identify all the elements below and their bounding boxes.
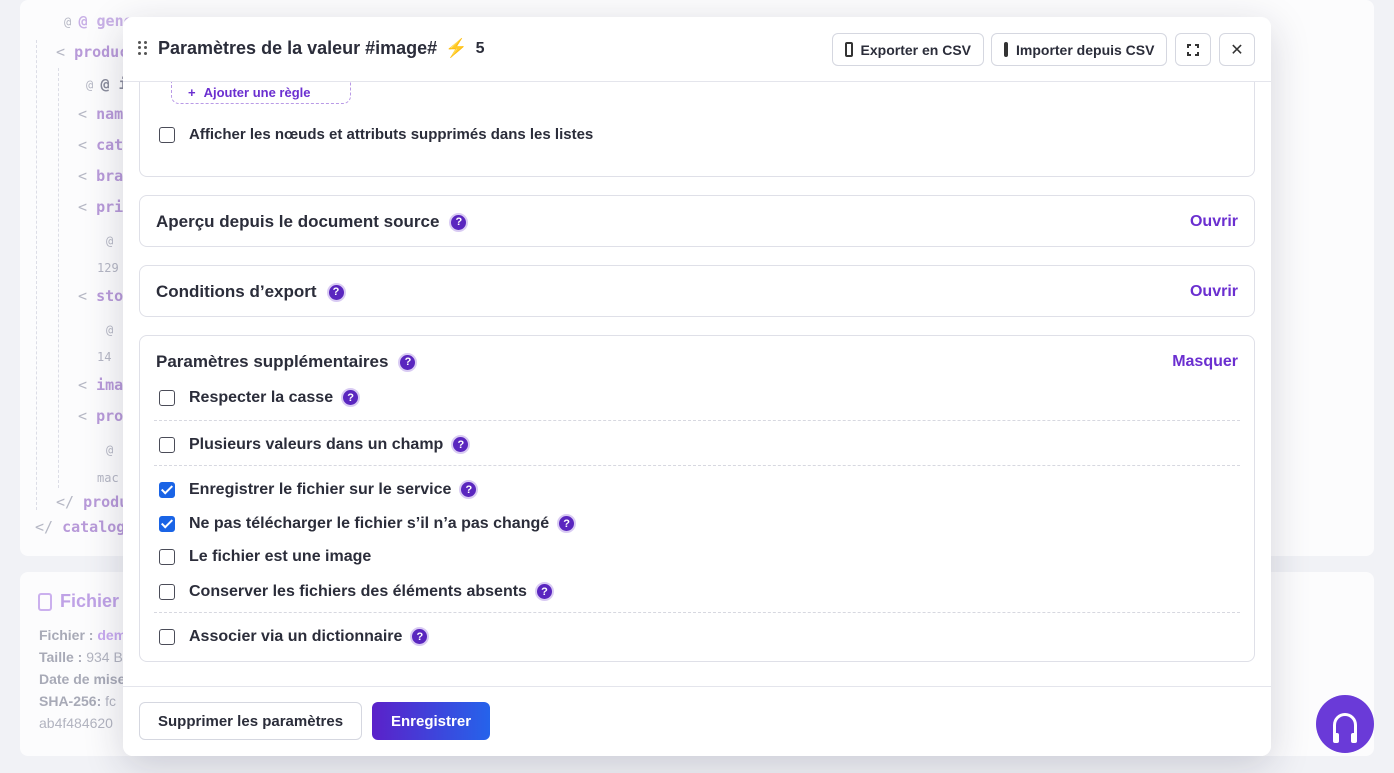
- show-deleted-option[interactable]: Afficher les nœuds et attributs supprimé…: [159, 126, 593, 143]
- show-deleted-checkbox[interactable]: [159, 126, 175, 143]
- file-panel-title: Fichier: [38, 591, 119, 612]
- file-sha-continued: ab4f484620: [39, 715, 113, 731]
- export-csv-button[interactable]: Exporter en CSV: [832, 33, 984, 66]
- export-csv-label: Exporter en CSV: [860, 41, 971, 58]
- extra-parameters-title: Paramètres supplémentaires: [156, 352, 389, 371]
- option-label: Le fichier est une image: [189, 548, 372, 565]
- help-icon[interactable]: ?: [449, 212, 469, 232]
- option-label: Respecter la casse: [189, 388, 334, 406]
- divider: [154, 612, 1240, 613]
- drag-handle-icon[interactable]: [138, 41, 148, 55]
- option-skip-unchanged[interactable]: Ne pas télécharger le fichier s’il n’a p…: [159, 514, 577, 533]
- modal-footer: Supprimer les paramètres Enregistrer: [123, 686, 1271, 756]
- file-panel-title-text: Fichier: [60, 591, 120, 611]
- modal-title: Paramètres de la valeur #image# ⚡ 5: [158, 38, 485, 59]
- tree-value: 129: [97, 261, 119, 275]
- close-button[interactable]: ✕: [1219, 33, 1255, 66]
- plus-icon: +: [188, 85, 196, 100]
- show-deleted-label: Afficher les nœuds et attributs supprimé…: [189, 126, 594, 143]
- import-csv-button[interactable]: Importer depuis CSV: [991, 33, 1167, 66]
- extra-parameters-hide-link[interactable]: Masquer: [1172, 353, 1238, 371]
- modal-header: Paramètres de la valeur #image# ⚡ 5 Expo…: [123, 17, 1271, 82]
- option-label: Conserver les fichiers des éléments abse…: [189, 582, 527, 600]
- modal-title-text: Paramètres de la valeur #image#: [158, 38, 438, 58]
- tree-value: 14: [97, 350, 112, 364]
- divider: [154, 465, 1240, 466]
- lightning-icon: ⚡: [445, 38, 468, 58]
- keep-files-checkbox[interactable]: [159, 583, 175, 600]
- file-name-row: Fichier : dem: [39, 627, 127, 643]
- rule-count: 5: [475, 39, 485, 57]
- option-is-image[interactable]: Le fichier est une image: [159, 548, 371, 566]
- support-chat-button[interactable]: [1316, 695, 1374, 753]
- add-rule-button[interactable]: + Ajouter une règle: [171, 82, 351, 104]
- option-label: Ne pas télécharger le fichier s’il n’a p…: [189, 514, 550, 532]
- help-icon[interactable]: ?: [326, 282, 346, 302]
- modal-body: + Ajouter une règle Afficher les nœuds e…: [123, 82, 1271, 686]
- add-rule-label: Ajouter une règle: [203, 85, 311, 100]
- multiple-values-checkbox[interactable]: [159, 436, 175, 453]
- rules-card: + Ajouter une règle Afficher les nœuds e…: [139, 82, 1255, 177]
- close-icon: ✕: [1230, 41, 1244, 59]
- option-label: Associer via un dictionnaire: [189, 627, 403, 645]
- export-conditions-title: Conditions d’export: [156, 282, 317, 301]
- preview-section-title: Aperçu depuis le document source: [156, 212, 440, 231]
- file-icon: [38, 592, 52, 611]
- help-icon[interactable]: ?: [459, 480, 479, 499]
- settings-modal: Paramètres de la valeur #image# ⚡ 5 Expo…: [123, 17, 1271, 756]
- case-sensitive-checkbox[interactable]: [159, 389, 175, 406]
- delete-settings-button[interactable]: Supprimer les paramètres: [139, 702, 363, 740]
- xml-tree: @ @ genera < produc @ @ id < name < cate…: [35, 12, 151, 536]
- help-icon[interactable]: ?: [534, 582, 554, 601]
- extra-parameters-section: Paramètres supplémentaires ? Masquer Res…: [139, 335, 1255, 662]
- export-conditions-open-link[interactable]: Ouvrir: [1190, 283, 1238, 301]
- option-case-sensitive[interactable]: Respecter la casse ?: [159, 388, 361, 407]
- option-save-file[interactable]: Enregistrer le fichier sur le service ?: [159, 480, 479, 499]
- skip-unchanged-checkbox[interactable]: [159, 515, 175, 532]
- help-icon[interactable]: ?: [410, 627, 430, 646]
- help-icon[interactable]: ?: [451, 435, 471, 454]
- headset-icon: [1333, 713, 1357, 743]
- help-icon[interactable]: ?: [341, 388, 361, 407]
- import-icon: [1004, 42, 1008, 57]
- help-icon[interactable]: ?: [398, 352, 418, 372]
- file-size-row: Taille : 934 B: [39, 649, 123, 665]
- tree-node[interactable]: produc: [74, 43, 128, 61]
- file-date-row: Date de mise: [39, 671, 126, 687]
- dictionary-checkbox[interactable]: [159, 628, 175, 645]
- export-conditions-section[interactable]: Conditions d’export ? Ouvrir: [139, 265, 1255, 317]
- save-button[interactable]: Enregistrer: [372, 702, 491, 740]
- tree-node[interactable]: catalog: [62, 518, 125, 536]
- preview-section[interactable]: Aperçu depuis le document source ? Ouvri…: [139, 195, 1255, 247]
- preview-open-link[interactable]: Ouvrir: [1190, 213, 1238, 231]
- is-image-checkbox[interactable]: [159, 549, 175, 565]
- tree-value: mac: [97, 471, 119, 485]
- option-label: Enregistrer le fichier sur le service: [189, 480, 452, 498]
- divider: [154, 420, 1240, 421]
- help-icon[interactable]: ?: [557, 514, 577, 533]
- expand-icon: [1187, 43, 1199, 56]
- fullscreen-button[interactable]: [1175, 33, 1211, 66]
- tree-node[interactable]: produ: [83, 493, 128, 511]
- option-dictionary[interactable]: Associer via un dictionnaire ?: [159, 627, 430, 646]
- option-keep-files[interactable]: Conserver les fichiers des éléments abse…: [159, 582, 554, 601]
- file-sha-row: SHA-256: fc: [39, 693, 117, 709]
- export-icon: [845, 42, 853, 57]
- option-multiple-values[interactable]: Plusieurs valeurs dans un champ ?: [159, 435, 471, 454]
- file-link[interactable]: dem: [97, 627, 126, 643]
- save-file-checkbox[interactable]: [159, 481, 175, 498]
- option-label: Plusieurs valeurs dans un champ: [189, 435, 444, 453]
- import-csv-label: Importer depuis CSV: [1016, 41, 1155, 58]
